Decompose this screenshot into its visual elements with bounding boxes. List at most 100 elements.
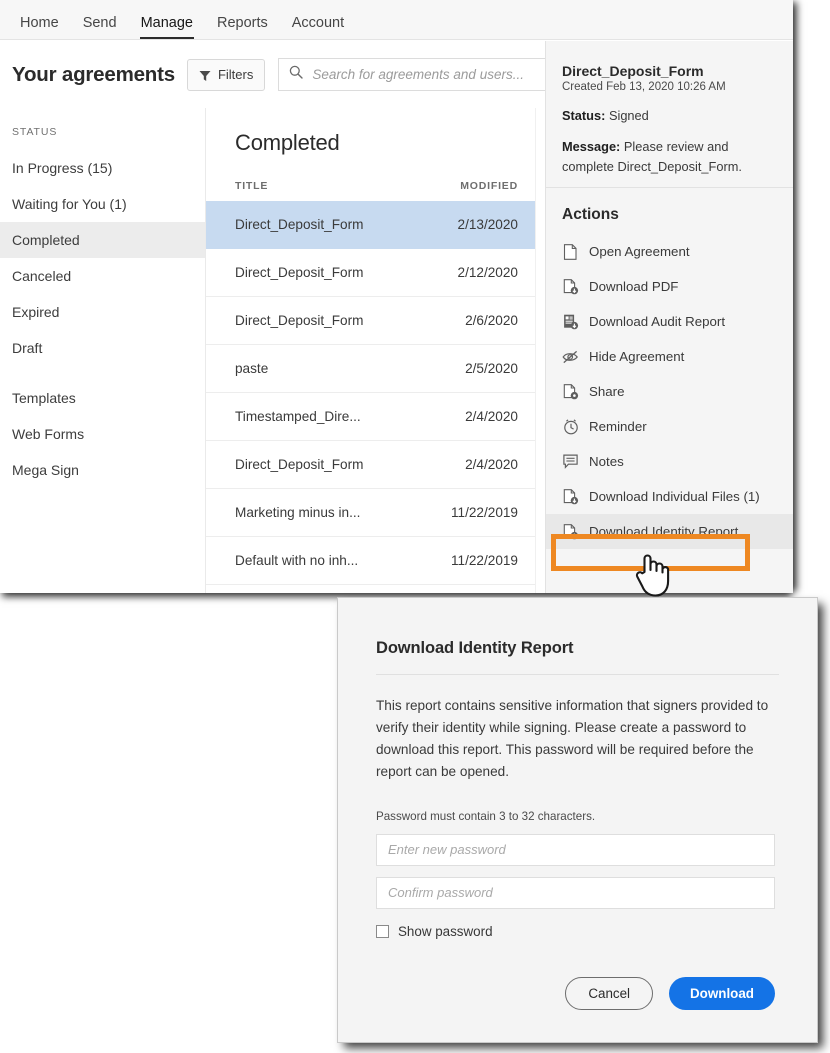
action-label: Reminder [589, 419, 647, 435]
search-icon [289, 65, 304, 84]
action-label: Download Identity Report [589, 524, 739, 540]
dialog-title: Download Identity Report [376, 639, 574, 657]
action-download-audit-report[interactable]: Download Audit Report [546, 304, 793, 339]
action-label: Download Individual Files (1) [589, 489, 760, 505]
table-row[interactable]: Direct_Deposit_Form 2/13/2020 [206, 201, 544, 249]
row-title: Direct_Deposit_Form [235, 457, 364, 472]
table-row[interactable]: Direct_Deposit_Form 2/4/2020 [206, 441, 544, 489]
row-title: Marketing minus in... [235, 505, 361, 520]
row-modified: 2/4/2020 [465, 457, 518, 472]
new-password-field[interactable]: Enter new password [376, 833, 775, 866]
row-title: Timestamped_Dire... [235, 409, 361, 424]
password-requirement-hint: Password must contain 3 to 32 characters… [376, 809, 596, 823]
detail-created-timestamp: Created Feb 13, 2020 10:26 AM [562, 81, 726, 93]
sidebar-divider-gap [0, 366, 205, 380]
nav-item-home[interactable]: Home [8, 15, 71, 40]
actions-heading: Actions [562, 206, 619, 224]
download-pdf-icon [562, 278, 579, 295]
sidebar-section-label-status: STATUS [12, 126, 58, 138]
sidebar-item-completed[interactable]: Completed [0, 222, 205, 258]
table-row[interactable]: Timestamped_Dire... 2/4/2020 [206, 393, 544, 441]
table-row[interactable]: paste 2/5/2020 [206, 345, 544, 393]
checkbox-icon[interactable] [376, 924, 389, 938]
download-audit-icon [562, 313, 579, 330]
nav-item-reports[interactable]: Reports [205, 15, 280, 40]
agreements-list-pane: Completed TITLE MODIFIED Direct_Deposit_… [206, 108, 544, 593]
table-row[interactable]: Marketing minus in... 11/22/2019 [206, 489, 544, 537]
action-open-agreement[interactable]: Open Agreement [546, 234, 793, 269]
sidebar-item-in-progress[interactable]: In Progress (15) [0, 150, 205, 186]
sidebar-item-templates[interactable]: Templates [0, 380, 205, 416]
column-header-modified[interactable]: MODIFIED [460, 180, 518, 192]
action-reminder[interactable]: Reminder [546, 409, 793, 444]
page-title: Your agreements [12, 62, 175, 86]
action-label: Download Audit Report [589, 314, 726, 330]
list-scrollbar[interactable] [535, 108, 544, 593]
agreement-detail-panel: Direct_Deposit_Form Created Feb 13, 2020… [545, 41, 793, 593]
dialog-footer: Cancel Download [565, 977, 775, 1010]
sidebar: STATUS In Progress (15) Waiting for You … [0, 108, 206, 593]
notes-icon [562, 453, 579, 470]
row-modified: 2/6/2020 [465, 313, 518, 328]
table-row[interactable]: Direct_Deposit_Form 2/6/2020 [206, 297, 544, 345]
download-file-icon [562, 523, 579, 540]
search-placeholder: Search for agreements and users... [312, 67, 524, 82]
detail-agreement-title: Direct_Deposit_Form [562, 63, 704, 79]
row-modified: 2/12/2020 [457, 265, 518, 280]
eye-slash-icon [562, 348, 579, 365]
download-identity-report-dialog: Download Identity Report This report con… [337, 597, 818, 1043]
sidebar-item-draft[interactable]: Draft [0, 330, 205, 366]
action-share[interactable]: Share [546, 374, 793, 409]
column-header-title[interactable]: TITLE [235, 180, 460, 192]
nav-item-account[interactable]: Account [280, 15, 356, 40]
sidebar-item-waiting-for-you[interactable]: Waiting for You (1) [0, 186, 205, 222]
show-password-label: Show password [398, 923, 493, 939]
top-navigation-bar: Home Send Manage Reports Account [0, 0, 793, 40]
action-download-pdf[interactable]: Download PDF [546, 269, 793, 304]
sidebar-item-mega-sign[interactable]: Mega Sign [0, 452, 205, 488]
sidebar-item-expired[interactable]: Expired [0, 294, 205, 330]
row-modified: 2/4/2020 [465, 409, 518, 424]
detail-message-label: Message: [562, 138, 621, 154]
detail-status-label: Status: [562, 108, 606, 123]
sidebar-item-canceled[interactable]: Canceled [0, 258, 205, 294]
action-download-identity-report[interactable]: Download Identity Report [546, 514, 793, 550]
action-hide-agreement[interactable]: Hide Agreement [546, 339, 793, 374]
download-button[interactable]: Download [669, 977, 775, 1010]
show-password-toggle[interactable]: Show password [376, 924, 817, 939]
table-row[interactable]: Direct_Deposit_Form 2/12/2020 [206, 249, 544, 297]
filters-button[interactable]: Filters [186, 58, 266, 91]
clock-icon [562, 418, 579, 435]
detail-status-line: Status: Signed [562, 106, 777, 126]
row-title: Direct_Deposit_Form [235, 217, 364, 232]
row-title: paste [235, 361, 269, 376]
cancel-button[interactable]: Cancel [565, 977, 654, 1010]
download-file-icon [562, 488, 579, 505]
list-column-headers: TITLE MODIFIED [206, 156, 544, 201]
action-label: Open Agreement [589, 244, 690, 260]
nav-item-manage[interactable]: Manage [129, 15, 205, 40]
row-modified: 2/13/2020 [457, 217, 518, 232]
action-label: Share [589, 384, 625, 400]
row-title: Default with no inh... [235, 553, 359, 568]
table-row[interactable]: Default with no inh... 11/22/2019 [206, 537, 544, 585]
sidebar-item-web-forms[interactable]: Web Forms [0, 416, 205, 452]
list-title: Completed [235, 130, 340, 155]
search-input[interactable]: Search for agreements and users... [278, 58, 559, 91]
action-notes[interactable]: Notes [546, 444, 793, 479]
new-password-placeholder: Enter new password [388, 842, 506, 858]
funnel-icon [199, 69, 211, 81]
action-label: Hide Agreement [589, 349, 685, 365]
application-window: Home Send Manage Reports Account Your ag… [0, 0, 793, 593]
row-title: Direct_Deposit_Form [235, 265, 364, 280]
document-icon [562, 243, 579, 260]
row-modified: 11/22/2019 [450, 553, 518, 568]
nav-item-send[interactable]: Send [71, 15, 129, 40]
confirm-password-field[interactable]: Confirm password [376, 876, 775, 909]
dialog-body-text: This report contains sensitive informati… [376, 698, 769, 780]
detail-header: Direct_Deposit_Form Created Feb 13, 2020… [546, 41, 793, 176]
action-label: Download PDF [589, 279, 679, 295]
screenshot-root: Home Send Manage Reports Account Your ag… [0, 0, 830, 1053]
status-badge: Signed [608, 108, 649, 123]
action-download-individual-files[interactable]: Download Individual Files (1) [546, 479, 793, 514]
